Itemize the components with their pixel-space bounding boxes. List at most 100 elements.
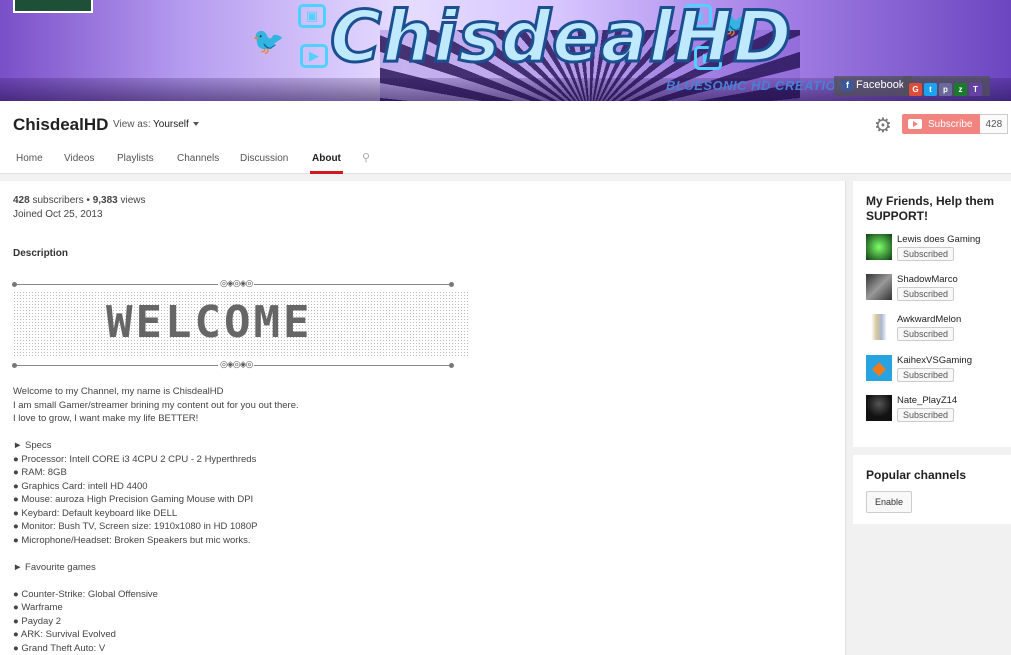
subscribe-label-wrap[interactable]: Subscribe bbox=[902, 114, 981, 134]
description-line: I love to grow, I want make my life BETT… bbox=[13, 413, 199, 424]
description-line: ● Keybard: Default keyboard like DELL bbox=[13, 507, 178, 519]
view-as-dropdown[interactable]: Yourself bbox=[153, 119, 199, 130]
fox-avatar-icon[interactable]: ◆ bbox=[866, 355, 892, 381]
ornament-divider: ◎◈◎◈◎ bbox=[12, 359, 454, 370]
description-line: ● Graphics Card: intell HD 4400 bbox=[13, 480, 148, 492]
twitch-icon: ▣ bbox=[298, 4, 326, 28]
view-as-value: Yourself bbox=[153, 119, 189, 130]
popular-channels: Popular channels Enable bbox=[853, 455, 1011, 524]
subscriber-count: 428 bbox=[980, 114, 1009, 134]
ornament-icon: ◎◈◎◈◎ bbox=[218, 359, 255, 370]
friend-name[interactable]: AwkwardMelon bbox=[897, 314, 961, 325]
description-line bbox=[13, 426, 299, 440]
friend-name[interactable]: Lewis does Gaming bbox=[897, 234, 980, 245]
channel-stats: 428 subscribers • 9,383 views bbox=[13, 195, 146, 206]
social-links: GtpzT bbox=[903, 76, 990, 96]
view-number: 9,383 bbox=[92, 195, 118, 206]
twitter-icon[interactable]: t bbox=[924, 83, 937, 96]
welcome-art: WELCOME bbox=[106, 297, 313, 348]
list-item: ◆ KaihexVSGaming Subscribed bbox=[866, 355, 1011, 385]
divider-dot bbox=[12, 363, 17, 368]
description-line bbox=[13, 574, 299, 588]
tab-about[interactable]: About bbox=[310, 153, 343, 174]
joined-date: Joined Oct 25, 2013 bbox=[13, 209, 103, 220]
friend-name[interactable]: ShadowMarco bbox=[897, 274, 958, 285]
tab-videos[interactable]: Videos bbox=[64, 153, 94, 174]
list-item: ShadowMarco Subscribed bbox=[866, 274, 1011, 304]
channel-avatar[interactable] bbox=[866, 395, 892, 421]
facebook-label: Facebook bbox=[856, 79, 905, 91]
list-item: Nate_PlayZ14 Subscribed bbox=[866, 395, 1011, 425]
divider-dot bbox=[449, 282, 454, 287]
subscribed-button[interactable]: Subscribed bbox=[897, 287, 955, 301]
featured-channels-title: My Friends, Help them SUPPORT! bbox=[866, 194, 995, 223]
friend-name[interactable]: KaihexVSGaming bbox=[897, 355, 972, 366]
list-item: AwkwardMelon Subscribed bbox=[866, 314, 1011, 344]
channel-avatar[interactable] bbox=[866, 274, 892, 300]
list-item: Lewis does Gaming Subscribed bbox=[866, 234, 1011, 264]
youtube-icon: ▶ bbox=[300, 44, 328, 68]
divider-dot bbox=[12, 282, 17, 287]
banner-credit: BLUESONIC HD CREATIONS bbox=[666, 78, 856, 93]
twitch-icon[interactable]: T bbox=[969, 83, 982, 96]
description-line: ● Grand Theft Auto: V bbox=[13, 642, 106, 654]
description-line: ● ARK: Survival Evolved bbox=[13, 629, 116, 640]
description-title: Description bbox=[13, 248, 69, 259]
description-line: ● Microphone/Headset: Broken Speakers bu… bbox=[13, 534, 251, 546]
about-panel: 428 subscribers • 9,383 views Joined Oct… bbox=[0, 181, 846, 655]
channel-header: ChisdealHD View as: Yourself ⚙ Subscribe… bbox=[0, 101, 1011, 174]
tab-playlists[interactable]: Playlists bbox=[117, 153, 154, 174]
popular-channels-title: Popular channels bbox=[866, 468, 967, 482]
description-line: Welcome to my Channel, my name is Chisde… bbox=[13, 386, 224, 397]
description-line: ● Payday 2 bbox=[13, 615, 61, 627]
description-line: ● RAM: 8GB bbox=[13, 467, 67, 478]
google-plus-icon[interactable]: G bbox=[909, 83, 922, 96]
welcome-banner: WELCOME bbox=[13, 291, 470, 358]
view-as-label: View as: bbox=[113, 119, 151, 130]
facebook-link[interactable]: f Facebook bbox=[834, 76, 913, 96]
tab-home[interactable]: Home bbox=[16, 153, 43, 174]
twitter-bird-icon: 🐦 bbox=[252, 26, 285, 56]
channel-avatar[interactable] bbox=[866, 234, 892, 260]
description-body: Welcome to my Channel, my name is Chisde… bbox=[13, 385, 299, 655]
periscope-icon[interactable]: p bbox=[939, 83, 952, 96]
ornament-icon: ◎◈◎◈◎ bbox=[218, 278, 255, 289]
gear-icon[interactable]: ⚙ bbox=[874, 113, 892, 138]
description-line: I am small Gamer/streamer brining my con… bbox=[13, 399, 299, 411]
subscribed-button[interactable]: Subscribed bbox=[897, 327, 955, 341]
description-line: ● Processor: Intell CORE i3 4CPU 2 CPU -… bbox=[13, 453, 257, 465]
channel-name[interactable]: ChisdealHD bbox=[13, 115, 108, 135]
search-icon[interactable]: ⚲ bbox=[362, 151, 370, 164]
chevron-down-icon bbox=[192, 122, 199, 127]
channel-avatar[interactable] bbox=[866, 314, 892, 340]
green-icon[interactable]: z bbox=[954, 83, 967, 96]
youtube-play-icon bbox=[908, 119, 922, 129]
divider-dot bbox=[449, 363, 454, 368]
stats-separator: • bbox=[86, 195, 90, 206]
subscriber-number: 428 bbox=[13, 195, 30, 206]
ornament-divider: ◎◈◎◈◎ bbox=[12, 278, 454, 289]
description-line: ► Specs bbox=[13, 440, 52, 451]
featured-channels: My Friends, Help them SUPPORT! Lewis doe… bbox=[853, 181, 1011, 447]
description-line bbox=[13, 547, 299, 561]
description-line: ► Favourite games bbox=[13, 561, 96, 573]
facebook-icon: f bbox=[842, 80, 853, 91]
description-line: ● Monitor: Bush TV, Screen size: 1910x10… bbox=[13, 521, 258, 532]
description-line: ● Warframe bbox=[13, 602, 63, 613]
subscribed-button[interactable]: Subscribed bbox=[897, 368, 955, 382]
friend-name[interactable]: Nate_PlayZ14 bbox=[897, 395, 957, 406]
subscribed-button[interactable]: Subscribed bbox=[897, 247, 955, 261]
banner-title: ChisdealHD bbox=[328, 0, 793, 80]
channel-avatar[interactable] bbox=[13, 0, 93, 13]
subscribed-button[interactable]: Subscribed bbox=[897, 408, 955, 422]
channel-banner: 🐦 🐦 ▣ ▶ ▣ ▶ ChisdealHD BLUESONIC HD CREA… bbox=[0, 0, 1011, 101]
tab-discussion[interactable]: Discussion bbox=[240, 153, 288, 174]
enable-button[interactable]: Enable bbox=[866, 491, 913, 513]
views-label: views bbox=[120, 195, 146, 206]
description-line: ● Mouse: auroza High Precision Gaming Mo… bbox=[13, 494, 254, 505]
description-line: ● Counter-Strike: Global Offensive bbox=[13, 588, 158, 600]
subscribe-label: Subscribe bbox=[928, 118, 973, 130]
subscribers-label: subscribers bbox=[32, 195, 84, 206]
tab-channels[interactable]: Channels bbox=[177, 153, 219, 174]
subscribe-button[interactable]: Subscribe 428 bbox=[902, 114, 1009, 134]
